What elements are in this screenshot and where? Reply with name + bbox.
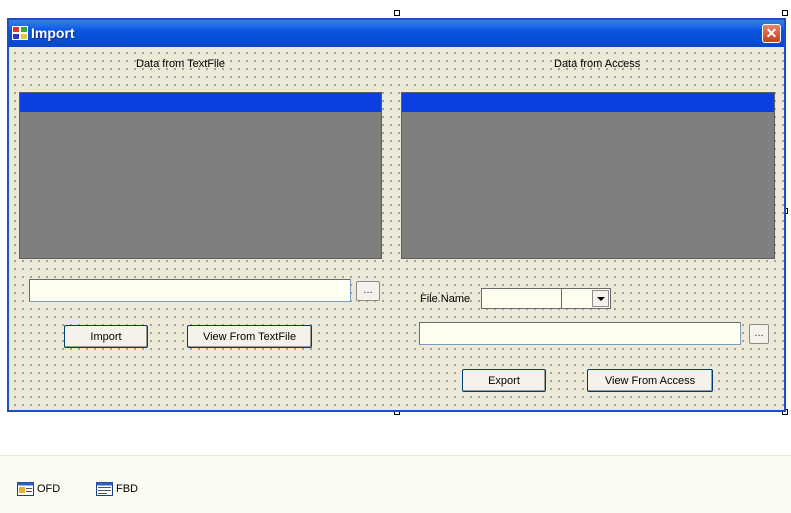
textfile-caption: Data from TextFile [136,58,226,70]
tray-item-label: OFD [37,483,61,495]
form-designer-surface: Import ✕ Data from TextFile ... Import V… [0,0,791,420]
close-icon: ✕ [765,25,778,41]
access-caption: Data from Access [554,58,641,70]
tray-item-fbd[interactable]: FBD [96,482,138,496]
textfile-grid-header [20,93,381,112]
access-grid-header [402,93,774,112]
access-data-grid[interactable] [401,92,775,259]
folder-browser-dialog-icon [96,482,113,496]
title-bar[interactable]: Import ✕ [9,20,784,47]
open-file-dialog-icon [17,482,34,496]
export-button[interactable]: Export [462,369,546,392]
import-button[interactable]: Import [64,325,148,348]
component-tray: OFD FBD [0,455,791,513]
file-name-label: File Name [420,293,471,305]
access-browse-button[interactable]: ... [749,324,769,344]
resize-handle-top-right[interactable] [782,10,788,16]
dropdown-arrow-icon[interactable] [592,290,609,307]
form-icon [12,26,28,40]
tray-item-ofd[interactable]: OFD [17,482,60,496]
tray-item-label: FBD [116,483,138,495]
file-name-combo[interactable] [481,288,613,309]
form-client-area: Data from TextFile ... Import View From … [9,47,784,410]
file-name-combo-field[interactable] [481,288,563,309]
view-from-access-button[interactable]: View From Access [587,369,713,392]
textfile-path-input[interactable] [29,279,351,302]
close-button[interactable]: ✕ [762,24,781,43]
window-title: Import [31,25,75,41]
import-form-window[interactable]: Import ✕ Data from TextFile ... Import V… [7,18,786,412]
access-path-input[interactable] [419,322,741,345]
textfile-browse-button[interactable]: ... [356,281,380,301]
textfile-data-grid[interactable] [19,92,382,259]
view-from-textfile-button[interactable]: View From TextFile [187,325,312,348]
resize-handle-top[interactable] [394,10,400,16]
